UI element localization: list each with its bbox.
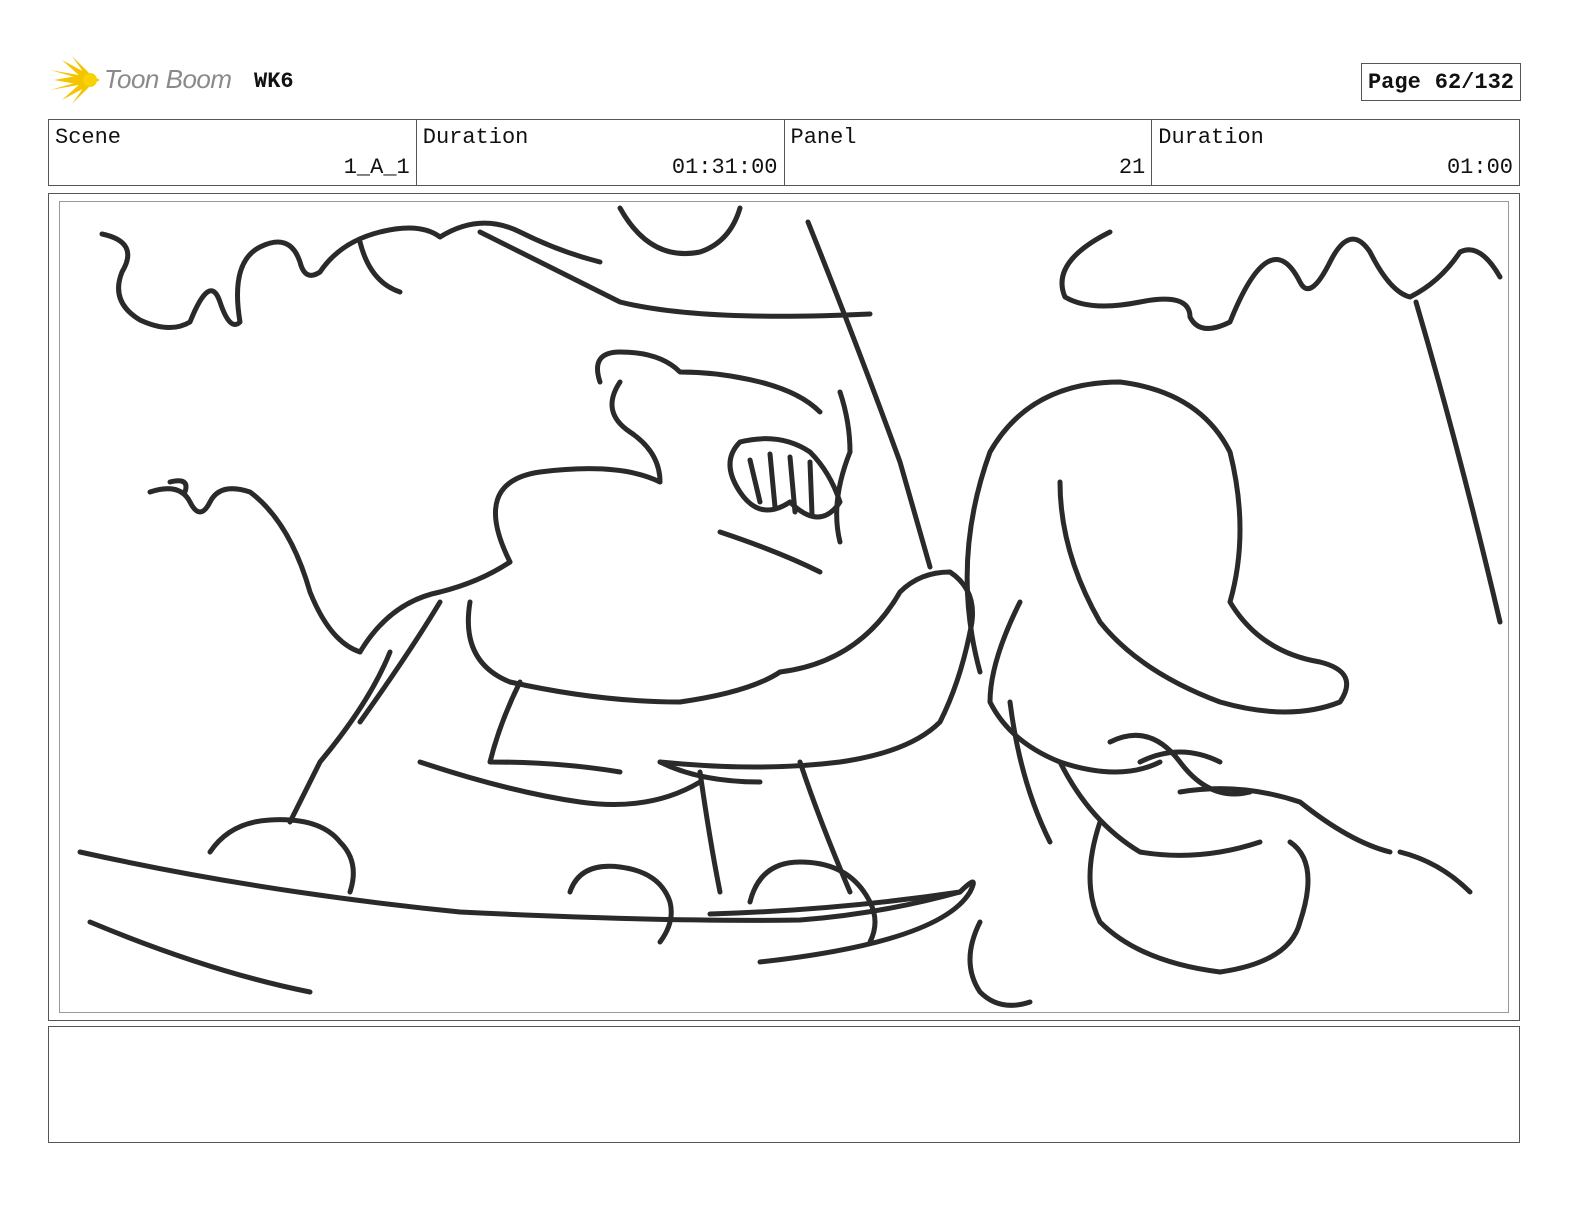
panel-label: Panel [790,125,857,150]
storyboard-sketch-image [59,201,1509,1013]
page-number: 62/132 [1434,69,1514,95]
panel-cell: Panel 21 [785,120,1153,185]
logo-text: Toon Boom [104,64,232,94]
scene-info-bar: Scene 1_A_1 Duration 01:31:00 Panel 21 D… [48,119,1520,186]
toon-boom-logo: Toon Boom [48,52,288,108]
storyboard-header: Toon Boom WK6 Page 62/132 [48,52,1521,108]
scene-duration-cell: Duration 01:31:00 [417,120,785,185]
panel-duration-cell: Duration 01:00 [1152,120,1519,185]
page-indicator: Page 62/132 [1360,63,1521,101]
scene-cell: Scene 1_A_1 [49,120,417,185]
scene-duration-label: Duration [422,125,529,150]
starburst-logo-icon [50,56,100,104]
panel-value: 21 [1118,155,1146,180]
panel-duration-label: Duration [1158,125,1264,150]
scene-value: 1_A_1 [343,155,410,180]
page-label: Page [1367,69,1421,95]
project-title: WK6 [254,69,294,94]
scene-duration-value: 01:31:00 [671,155,778,180]
sketch-drawing [77,205,1503,1008]
panel-duration-value: 01:00 [1446,155,1513,180]
panel-notes-area[interactable] [48,1026,1520,1143]
scene-label: Scene [55,125,122,150]
